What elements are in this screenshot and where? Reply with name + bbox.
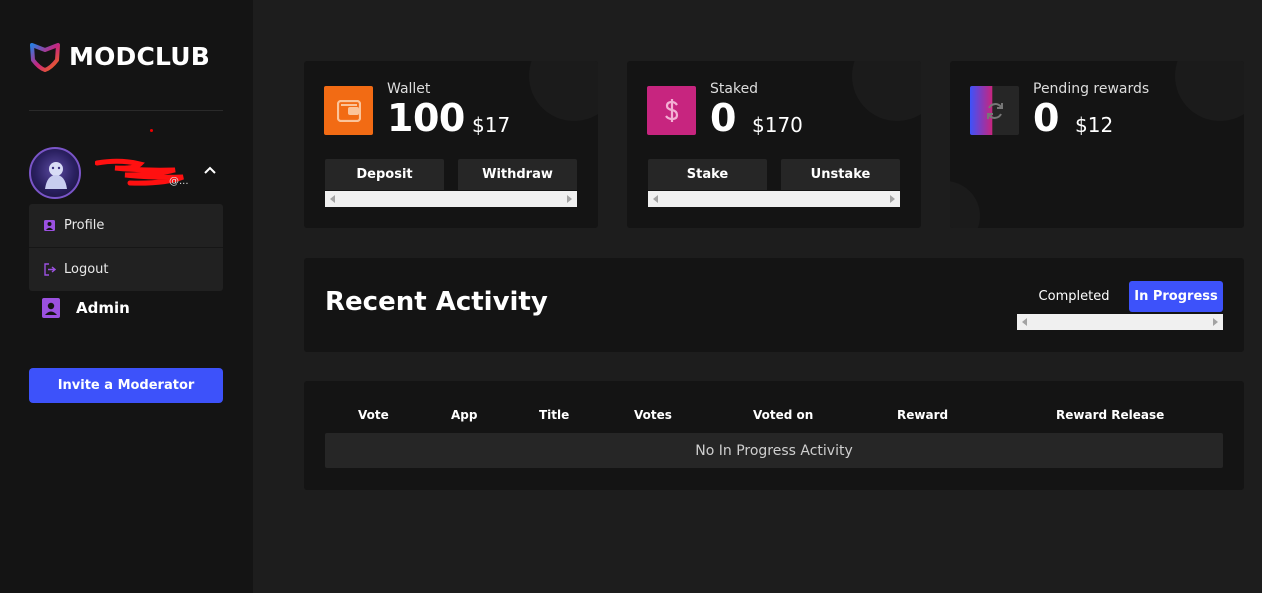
avatar-image-icon [45,162,67,189]
wallet-usd: $17 [472,113,511,137]
wallet-amount: 100 [387,96,465,140]
scroll-right-icon[interactable] [567,195,572,203]
staked-amount: 0 [710,96,736,140]
profile-icon [44,220,55,231]
menu-item-label: Logout [64,261,109,277]
sidebar-item-label: Admin [76,299,130,317]
unstake-button[interactable]: Unstake [781,159,900,190]
dollar-icon [647,86,696,135]
refresh-icon [970,86,1019,135]
activity-table: Vote App Title Votes Voted on Reward Rew… [304,381,1244,490]
pending-rewards-card: Pending rewards 0 $12 [950,61,1244,228]
column-header-votes[interactable]: Votes [634,408,672,422]
scroll-right-icon[interactable] [890,195,895,203]
page-title: Recent Activity [325,287,548,317]
brand-logo[interactable]: MODCLUB [29,40,210,72]
scroll-left-icon[interactable] [653,195,658,203]
column-header-voted-on[interactable]: Voted on [753,408,813,422]
column-header-app[interactable]: App [451,408,477,422]
horizontal-scrollbar[interactable] [648,191,900,207]
menu-item-profile[interactable]: Profile [29,204,223,247]
column-header-vote[interactable]: Vote [358,408,389,422]
card-decoration [1175,61,1244,121]
staked-usd: $170 [752,113,803,137]
user-email: @... [169,176,189,187]
avatar [29,147,81,199]
card-decoration [529,61,598,121]
modclub-logo-icon [30,43,60,72]
horizontal-scrollbar[interactable] [1017,314,1223,330]
admin-icon [42,298,60,318]
pending-rewards-usd: $12 [1075,113,1114,137]
sidebar-divider [29,110,223,111]
wallet-label: Wallet [387,81,431,97]
recent-activity-header: Recent Activity Completed In Progress [304,258,1244,352]
menu-item-label: Profile [64,218,105,233]
chevron-up-icon[interactable] [203,165,217,175]
tab-completed[interactable]: Completed [1019,281,1129,312]
staked-label: Staked [710,81,759,97]
stake-button[interactable]: Stake [648,159,767,190]
deposit-button[interactable]: Deposit [325,159,444,190]
tab-in-progress[interactable]: In Progress [1129,281,1223,312]
scroll-left-icon[interactable] [1022,318,1027,326]
wallet-card: Wallet 100 $17 Deposit Withdraw [304,61,598,228]
sidebar-item-admin[interactable]: Admin [40,297,130,319]
card-decoration [852,61,921,121]
redaction-dot [150,129,153,132]
invite-moderator-button[interactable]: Invite a Moderator [29,368,223,403]
brand-name: MODCLUB [69,41,211,71]
user-profile-toggle[interactable]: @... [29,147,223,199]
scroll-right-icon[interactable] [1213,318,1218,326]
user-dropdown-menu: Profile Logout [29,204,223,291]
logout-icon [44,262,56,276]
sidebar: MODCLUB @... Profile Logout Admin Invite… [0,0,253,593]
staked-card: Staked 0 $170 Stake Unstake [627,61,921,228]
horizontal-scrollbar[interactable] [325,191,577,207]
pending-rewards-amount: 0 [1033,96,1059,140]
menu-item-logout[interactable]: Logout [29,247,223,290]
card-decoration [950,181,980,228]
pending-rewards-label: Pending rewards [1033,81,1150,97]
column-header-title[interactable]: Title [539,408,569,422]
empty-state-row: No In Progress Activity [325,433,1223,468]
column-header-reward-release[interactable]: Reward Release [1056,408,1164,422]
scroll-left-icon[interactable] [330,195,335,203]
wallet-icon [324,86,373,135]
column-header-reward[interactable]: Reward [897,408,948,422]
withdraw-button[interactable]: Withdraw [458,159,577,190]
